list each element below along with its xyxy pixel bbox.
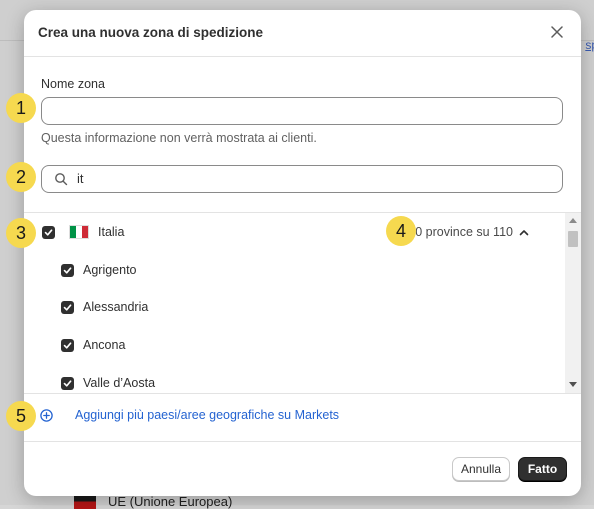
- country-name: Italia: [98, 225, 125, 239]
- close-button[interactable]: [547, 22, 567, 42]
- province-name: Ancona: [83, 338, 126, 352]
- annotation-marker-4: 4: [386, 216, 416, 246]
- province-count: 110 province su 110: [402, 225, 513, 239]
- province-name: Agrigento: [83, 263, 137, 277]
- scroll-thumb[interactable]: [568, 231, 578, 247]
- province-checkbox[interactable]: [61, 376, 74, 390]
- done-button[interactable]: Fatto: [518, 457, 567, 481]
- dialog-title: Crea una nuova zona di spedizione: [38, 25, 264, 40]
- checkmark-icon: [63, 341, 72, 349]
- eu-flag-icon: [74, 494, 96, 509]
- province-checkbox[interactable]: [61, 300, 74, 314]
- search-value: it: [77, 171, 84, 186]
- country-search-input[interactable]: it: [41, 165, 563, 193]
- close-icon: [551, 26, 563, 38]
- province-checkbox[interactable]: [61, 263, 74, 277]
- province-checkbox[interactable]: [61, 338, 74, 352]
- cancel-button[interactable]: Annulla: [452, 457, 510, 481]
- country-list: Italia 110 province su 110 Agrigento Ale…: [24, 212, 581, 394]
- province-name: Alessandria: [83, 300, 149, 314]
- annotation-marker-5: 5: [6, 401, 36, 431]
- annotation-marker-3: 3: [6, 218, 36, 248]
- annotation-marker-1: 1: [6, 93, 36, 123]
- list-item-province[interactable]: Alessandria: [24, 288, 565, 326]
- list-item-italia[interactable]: Italia 110 province su 110: [24, 213, 565, 251]
- search-icon: [55, 173, 68, 186]
- country-checkbox[interactable]: [42, 225, 55, 239]
- plus-circle-icon[interactable]: [40, 408, 53, 422]
- checkmark-icon: [63, 379, 72, 387]
- checkmark-icon: [63, 266, 72, 274]
- checkmark-icon: [63, 303, 72, 311]
- list-item-province[interactable]: Valle d’Aosta: [24, 364, 565, 393]
- zone-name-input[interactable]: [41, 97, 563, 125]
- province-name: Valle d’Aosta: [83, 376, 156, 390]
- list-scrollbar[interactable]: [565, 213, 581, 393]
- dialog-header: Crea una nuova zona di spedizione: [24, 10, 581, 57]
- list-item-province[interactable]: Agrigento: [24, 251, 565, 289]
- background-link[interactable]: sp: [585, 38, 594, 52]
- zone-name-help: Questa informazione non verrà mostrata a…: [41, 131, 317, 145]
- scroll-down-icon[interactable]: [569, 382, 577, 387]
- zone-name-label: Nome zona: [41, 77, 105, 91]
- list-item-province[interactable]: Ancona: [24, 326, 565, 364]
- scroll-up-icon[interactable]: [569, 218, 577, 223]
- chevron-up-icon: [519, 229, 529, 235]
- italy-flag-icon: [69, 225, 89, 239]
- add-markets-row[interactable]: Aggiungi più paesi/aree geografiche su M…: [40, 408, 339, 422]
- shipping-zone-dialog: Crea una nuova zona di spedizione Nome z…: [24, 10, 581, 496]
- background-row: UE (Unione Europea): [74, 494, 232, 509]
- add-markets-link[interactable]: Aggiungi più paesi/aree geografiche su M…: [75, 408, 339, 422]
- dialog-footer: Annulla Fatto: [24, 441, 581, 496]
- annotation-marker-2: 2: [6, 162, 36, 192]
- checkmark-icon: [44, 228, 53, 236]
- background-row-label: UE (Unione Europea): [108, 494, 233, 509]
- province-count-toggle[interactable]: 110 province su 110: [402, 225, 529, 239]
